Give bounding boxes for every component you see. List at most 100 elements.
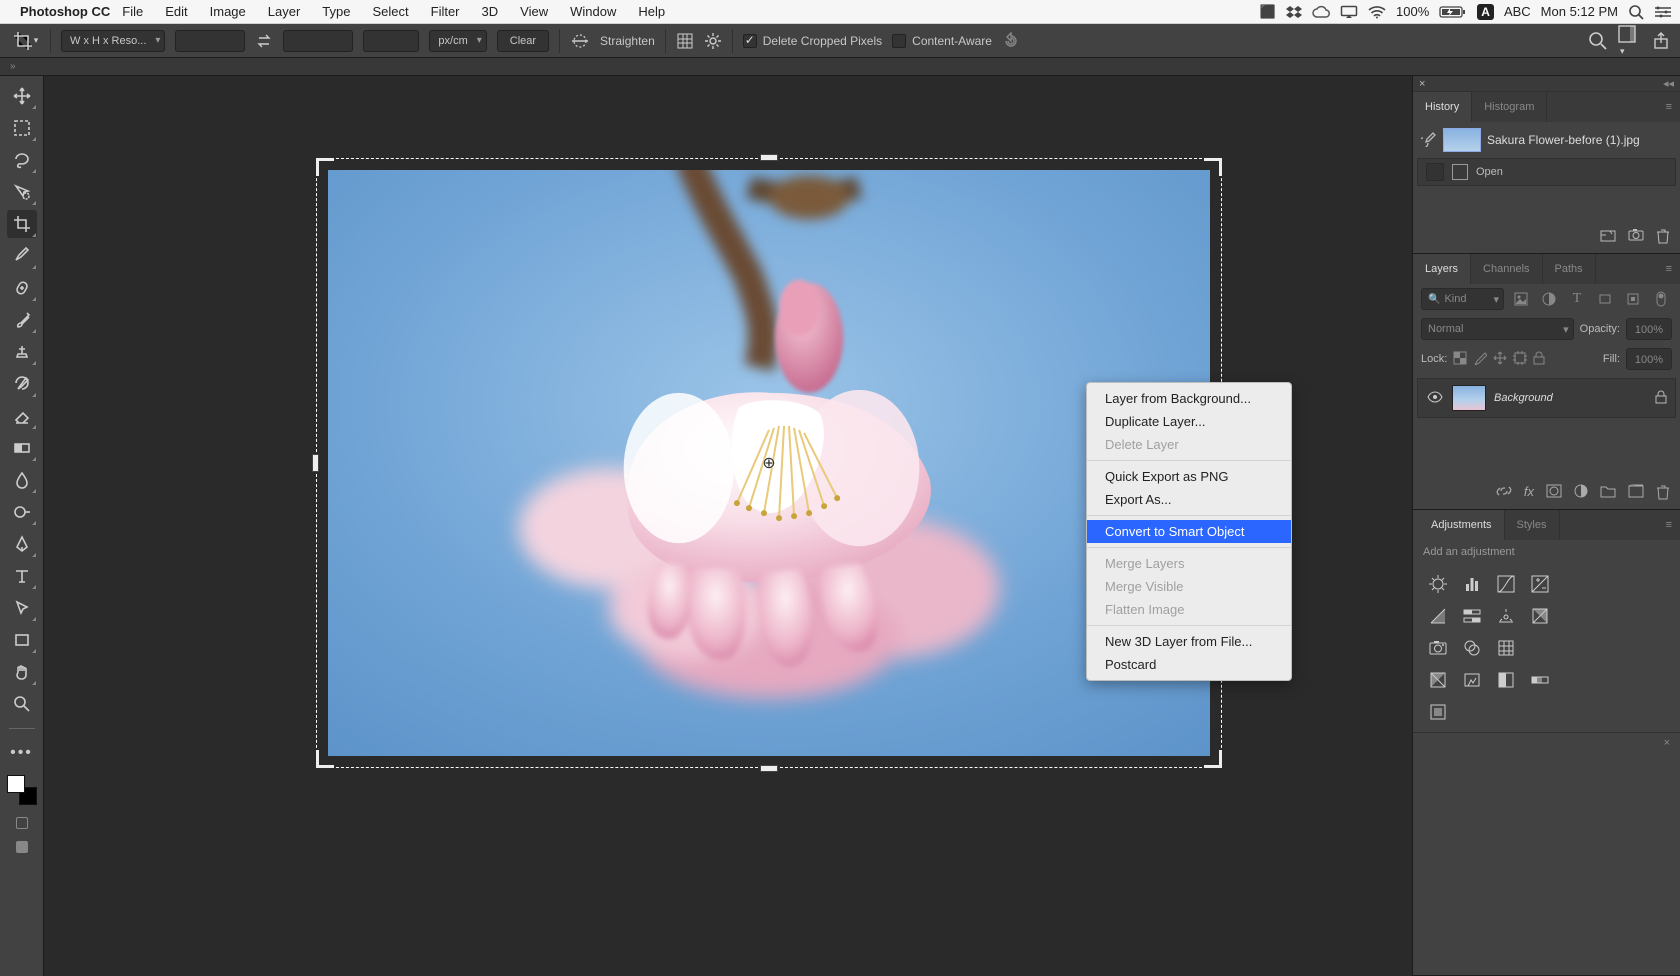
styles-tab[interactable]: Styles bbox=[1505, 510, 1560, 540]
layers-tab[interactable]: Layers bbox=[1413, 254, 1471, 284]
swap-wh-icon[interactable] bbox=[255, 32, 273, 50]
crop-resolution-input[interactable] bbox=[363, 30, 419, 52]
fill-input[interactable]: 100% bbox=[1626, 348, 1672, 370]
marquee-tool[interactable] bbox=[7, 114, 37, 142]
edit-toolbar-icon[interactable]: ••• bbox=[7, 739, 37, 767]
adjustments-close-icon[interactable]: × bbox=[1664, 737, 1670, 749]
ctx-layer-from-background[interactable]: Layer from Background... bbox=[1087, 387, 1291, 410]
brush-tool[interactable] bbox=[7, 306, 37, 334]
menu-help[interactable]: Help bbox=[638, 4, 665, 19]
menu-layer[interactable]: Layer bbox=[268, 4, 301, 19]
crop-width-input[interactable] bbox=[175, 30, 245, 52]
menu-select[interactable]: Select bbox=[372, 4, 408, 19]
path-select-tool[interactable] bbox=[7, 594, 37, 622]
filter-type-icon[interactable]: T bbox=[1566, 288, 1588, 310]
crop-overlay-icon[interactable] bbox=[676, 32, 694, 50]
blend-mode-dropdown[interactable]: Normal bbox=[1421, 318, 1574, 340]
menu-edit[interactable]: Edit bbox=[165, 4, 187, 19]
type-tool[interactable] bbox=[7, 562, 37, 590]
dodge-tool[interactable] bbox=[7, 498, 37, 526]
tool-icon-crop[interactable]: ▾ bbox=[10, 26, 40, 56]
layer-filter-dropdown[interactable]: Kind bbox=[1421, 288, 1504, 310]
rectangle-tool[interactable] bbox=[7, 626, 37, 654]
history-brush-tool[interactable] bbox=[7, 370, 37, 398]
clear-button[interactable]: Clear bbox=[497, 30, 549, 52]
ctx-export-as[interactable]: Export As... bbox=[1087, 488, 1291, 511]
crop-tool[interactable] bbox=[7, 210, 37, 238]
healing-brush-tool[interactable] bbox=[7, 274, 37, 302]
lock-artboard-icon[interactable] bbox=[1513, 351, 1527, 368]
quick-select-tool[interactable] bbox=[7, 178, 37, 206]
delete-layer-icon[interactable] bbox=[1656, 484, 1670, 503]
delete-cropped-checkbox[interactable]: Delete Cropped Pixels bbox=[743, 34, 882, 48]
filter-smart-icon[interactable] bbox=[1622, 288, 1644, 310]
link-layers-icon[interactable] bbox=[1496, 484, 1512, 503]
blur-tool[interactable] bbox=[7, 466, 37, 494]
camera-icon[interactable] bbox=[1628, 228, 1644, 247]
channel-mixer-icon[interactable] bbox=[1459, 636, 1485, 660]
lasso-tool[interactable] bbox=[7, 146, 37, 174]
brightness-contrast-icon[interactable] bbox=[1425, 572, 1451, 596]
control-center-icon[interactable] bbox=[1654, 5, 1672, 19]
history-step-checkbox[interactable] bbox=[1426, 163, 1444, 181]
filter-toggle-switch[interactable] bbox=[1650, 288, 1672, 310]
straighten-label[interactable]: Straighten bbox=[600, 34, 655, 48]
ctx-new-3d-layer-from-file[interactable]: New 3D Layer from File... bbox=[1087, 630, 1291, 653]
vibrance-icon[interactable] bbox=[1425, 604, 1451, 628]
battery-icon[interactable] bbox=[1439, 5, 1467, 19]
airplay-icon[interactable] bbox=[1340, 5, 1358, 19]
bw-icon[interactable] bbox=[1527, 604, 1553, 628]
histogram-tab[interactable]: Histogram bbox=[1472, 92, 1547, 122]
photo-filter-icon[interactable] bbox=[1425, 636, 1451, 660]
gradient-map-icon[interactable] bbox=[1527, 668, 1553, 692]
share-icon[interactable] bbox=[1652, 32, 1670, 50]
color-balance-icon[interactable] bbox=[1493, 604, 1519, 628]
menu-file[interactable]: File bbox=[122, 4, 143, 19]
menu-3d[interactable]: 3D bbox=[482, 4, 499, 19]
curves-icon[interactable] bbox=[1493, 572, 1519, 596]
quickmask-screenmode[interactable] bbox=[16, 817, 28, 829]
screen-mode-icon[interactable] bbox=[16, 841, 28, 853]
menu-image[interactable]: Image bbox=[210, 4, 246, 19]
move-tool[interactable] bbox=[7, 82, 37, 110]
filter-shape-icon[interactable] bbox=[1594, 288, 1616, 310]
clock[interactable]: Mon 5:12 PM bbox=[1541, 4, 1618, 19]
menu-view[interactable]: View bbox=[520, 4, 548, 19]
layer-visibility-icon[interactable] bbox=[1426, 391, 1444, 406]
content-aware-checkbox[interactable]: Content-Aware bbox=[892, 34, 992, 48]
filter-pixel-icon[interactable] bbox=[1510, 288, 1532, 310]
reset-crop-icon[interactable] bbox=[1002, 32, 1020, 50]
history-doc-thumb[interactable] bbox=[1443, 128, 1481, 152]
selective-color-icon[interactable] bbox=[1425, 700, 1451, 724]
new-snapshot-icon[interactable] bbox=[1600, 228, 1616, 247]
history-brush-toggle-icon[interactable] bbox=[1421, 131, 1437, 150]
panel-collapse-icon[interactable]: ◂◂ bbox=[1663, 77, 1674, 90]
crop-handle-tl[interactable] bbox=[316, 158, 334, 176]
straighten-icon[interactable] bbox=[570, 33, 590, 49]
eraser-tool[interactable] bbox=[7, 402, 37, 430]
spotlight-icon[interactable] bbox=[1628, 4, 1644, 20]
opacity-input[interactable]: 100% bbox=[1626, 318, 1672, 340]
history-tab[interactable]: History bbox=[1413, 92, 1472, 122]
trash-icon[interactable] bbox=[1656, 228, 1670, 247]
menubar-icon-1[interactable]: ⬛ bbox=[1260, 4, 1276, 20]
ctx-duplicate-layer[interactable]: Duplicate Layer... bbox=[1087, 410, 1291, 433]
history-step-open[interactable]: Open bbox=[1417, 158, 1676, 186]
ime-badge[interactable]: A bbox=[1477, 4, 1494, 20]
lock-all-icon[interactable] bbox=[1533, 351, 1545, 368]
layer-mask-icon[interactable] bbox=[1546, 484, 1562, 503]
crop-options-gear-icon[interactable] bbox=[704, 32, 722, 50]
cc-cloud-icon[interactable] bbox=[1312, 5, 1330, 19]
lock-position-icon[interactable] bbox=[1493, 351, 1507, 368]
paths-tab[interactable]: Paths bbox=[1543, 254, 1596, 284]
crop-handle-bottom[interactable] bbox=[761, 766, 777, 771]
layer-group-icon[interactable] bbox=[1600, 484, 1616, 503]
panel-close-icon[interactable]: × bbox=[1419, 78, 1425, 90]
levels-icon[interactable] bbox=[1459, 572, 1485, 596]
ctx-convert-to-smart-object[interactable]: Convert to Smart Object bbox=[1087, 520, 1291, 543]
expand-docs-icon[interactable]: » bbox=[6, 61, 20, 72]
layer-lock-icon[interactable] bbox=[1655, 390, 1667, 407]
app-name[interactable]: Photoshop CC bbox=[20, 4, 110, 19]
adjustments-tab[interactable]: Adjustments bbox=[1413, 510, 1505, 540]
crop-handle-top[interactable] bbox=[761, 155, 777, 160]
